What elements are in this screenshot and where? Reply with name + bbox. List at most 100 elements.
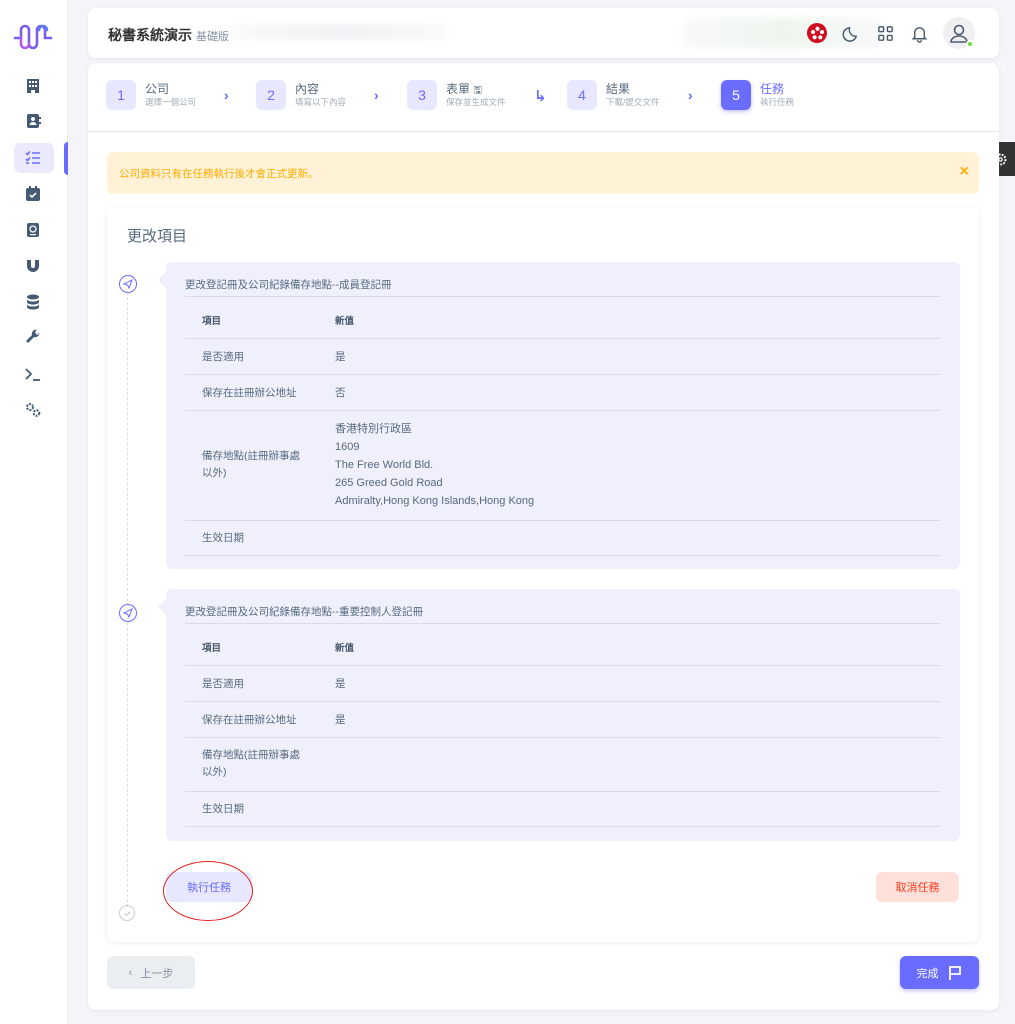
change-panel-members-register: 更改登記冊及公司紀錄備存地點--成員登記冊 項目 新值 是否適用 是 保存在註冊… (158, 262, 960, 569)
table-header: 項目 新值 (185, 302, 940, 339)
changes-title: 更改項目 (127, 228, 188, 245)
step-title: 內容 (295, 81, 320, 96)
moon-icon[interactable] (841, 23, 861, 43)
row-value: 是 (335, 665, 940, 702)
panel-title: 更改登記冊及公司紀錄備存地點--成員登記冊 (185, 277, 940, 297)
changes-table: 項目 新值 是否適用 是 保存在註冊辦公地址 是 備存地點(註冊辦事處以外) 生… (185, 629, 940, 827)
step-title: 表單 🖫 (446, 81, 482, 96)
finish-button[interactable]: 完成 (900, 956, 979, 989)
step-number: 2 (256, 80, 286, 110)
step-result[interactable]: 4 結果 下載/提交文件 (567, 80, 659, 110)
step-tasks[interactable]: 5 任務 執行任務 (721, 80, 794, 110)
sidebar-active-indicator (64, 142, 68, 175)
checklist-icon[interactable] (22, 147, 44, 169)
chevron-right-icon: › (374, 87, 379, 103)
step-title: 任務 (760, 81, 785, 96)
app-logo-icon[interactable] (9, 18, 59, 54)
close-icon[interactable]: × (960, 163, 969, 181)
sidebar (0, 0, 68, 1024)
building-icon[interactable] (22, 75, 44, 97)
bell-icon[interactable] (909, 23, 929, 43)
row-label: 生效日期 (185, 520, 335, 556)
address-line: The Free World Bld. (335, 459, 434, 471)
table-row: 備存地點(註冊辦事處以外) 香港特別行政區 1609 The Free Worl… (185, 410, 940, 521)
row-label: 生效日期 (185, 791, 335, 827)
step-content[interactable]: 2 內容 填寫以下內容 (256, 80, 346, 110)
step-subtitle: 下載/提交文件 (606, 96, 660, 107)
send-icon (119, 604, 137, 622)
top-navbar: 秘書系統演示 基礎版 (88, 8, 999, 58)
chevron-left-icon: ‹ (128, 966, 133, 979)
row-label: 保存在註冊辦公地址 (185, 701, 335, 738)
row-label: 是否適用 (185, 338, 335, 375)
main-card: 1 公司 選擇一個公司 › 2 內容 填寫以下內容 › 3 表單 🖫 保存並生成文件 … (88, 63, 999, 1010)
table-row: 保存在註冊辦公地址 是 (185, 701, 940, 738)
step-subtitle: 保存並生成文件 (446, 96, 506, 107)
contact-book-icon[interactable] (22, 110, 44, 132)
chevron-right-icon: › (688, 87, 693, 103)
timeline-line (127, 287, 128, 907)
step-subtitle: 填寫以下內容 (295, 96, 347, 107)
previous-step-button[interactable]: ‹ 上一步 (107, 956, 195, 989)
chevron-right-icon: › (224, 87, 229, 103)
changes-table: 項目 新值 是否適用 是 保存在註冊辦公地址 否 備存地點(註冊辦事處以外) 香… (185, 302, 940, 556)
row-label: 保存在註冊辦公地址 (185, 374, 335, 411)
address-line: 1609 (335, 441, 360, 453)
row-label: 備存地點(註冊辦事處以外) (185, 737, 335, 792)
alert-text: 公司資料只有在任務執行後才會正式更新。 (119, 167, 319, 180)
warning-alert: 公司資料只有在任務執行後才會正式更新。 × (107, 152, 979, 194)
hong-kong-flag-icon[interactable] (807, 23, 827, 43)
address-line: Admiralty,Hong Kong Islands,Hong Kong (335, 495, 535, 507)
app-edition: 基礎版 (196, 31, 229, 43)
wizard-stepper: 1 公司 選擇一個公司 › 2 內容 填寫以下內容 › 3 表單 🖫 保存並生成文件 … (106, 80, 986, 116)
navbar-actions (807, 17, 975, 49)
row-value: 香港特別行政區 1609 The Free World Bld. 265 Gre… (335, 410, 940, 521)
step-subtitle: 執行任務 (760, 96, 795, 107)
column-header-item: 項目 (185, 629, 335, 666)
row-value: 是 (335, 338, 940, 375)
change-panel-significant-controllers-register: 更改登記冊及公司紀錄備存地點--重要控制人登記冊 項目 新值 是否適用 是 保存… (158, 589, 960, 841)
row-value: 是 (335, 701, 940, 738)
settings-icon[interactable] (22, 399, 44, 421)
app-title-text: 秘書系統演示 (108, 27, 192, 43)
grid-icon[interactable] (875, 23, 895, 43)
online-status-dot (966, 40, 974, 48)
user-avatar[interactable] (943, 17, 975, 49)
row-value (335, 791, 940, 827)
step-forms[interactable]: 3 表單 🖫 保存並生成文件 (407, 80, 506, 110)
row-value (335, 737, 940, 792)
terminal-icon[interactable] (22, 363, 44, 385)
database-icon[interactable] (22, 291, 44, 313)
send-icon (119, 275, 137, 293)
changes-card: 更改項目 更改登記冊及公司紀錄備存地點--成員登記冊 項目 新值 是否適用 是 … (107, 207, 979, 942)
table-row: 生效日期 (185, 791, 940, 827)
step-number: 4 (567, 80, 597, 110)
row-value: 否 (335, 374, 940, 411)
column-header-new-value: 新值 (335, 629, 940, 666)
step-number: 1 (106, 80, 136, 110)
row-value (335, 520, 940, 556)
wrench-icon[interactable] (22, 327, 44, 349)
previous-step-label: 上一步 (140, 967, 174, 980)
step-subtitle: 選擇一個公司 (145, 96, 197, 107)
address-line: 265 Greed Gold Road (335, 477, 443, 489)
column-header-new-value: 新值 (335, 302, 940, 339)
save-icon: 🖫 (473, 84, 482, 96)
stepper-divider (88, 131, 999, 132)
step-number: 5 (721, 80, 751, 110)
passport-icon[interactable] (22, 219, 44, 241)
cancel-task-button[interactable]: 取消任務 (876, 872, 959, 902)
execute-task-button[interactable]: 執行任務 (166, 872, 252, 902)
magnet-icon[interactable] (22, 255, 44, 277)
panel-title: 更改登記冊及公司紀錄備存地點--重要控制人登記冊 (185, 604, 940, 624)
blurred-header-text (228, 24, 448, 40)
arrow-turn-down-right-icon: ↳ (534, 88, 547, 105)
calendar-check-icon[interactable] (22, 183, 44, 205)
address-line: 香港特別行政區 (335, 423, 412, 435)
app-title: 秘書系統演示 基礎版 (108, 25, 229, 45)
row-label: 備存地點(註冊辦事處以外) (185, 410, 335, 521)
step-title: 結果 (606, 81, 631, 96)
table-row: 是否適用 是 (185, 338, 940, 375)
step-company[interactable]: 1 公司 選擇一個公司 (106, 80, 196, 110)
flag-icon (948, 965, 961, 980)
